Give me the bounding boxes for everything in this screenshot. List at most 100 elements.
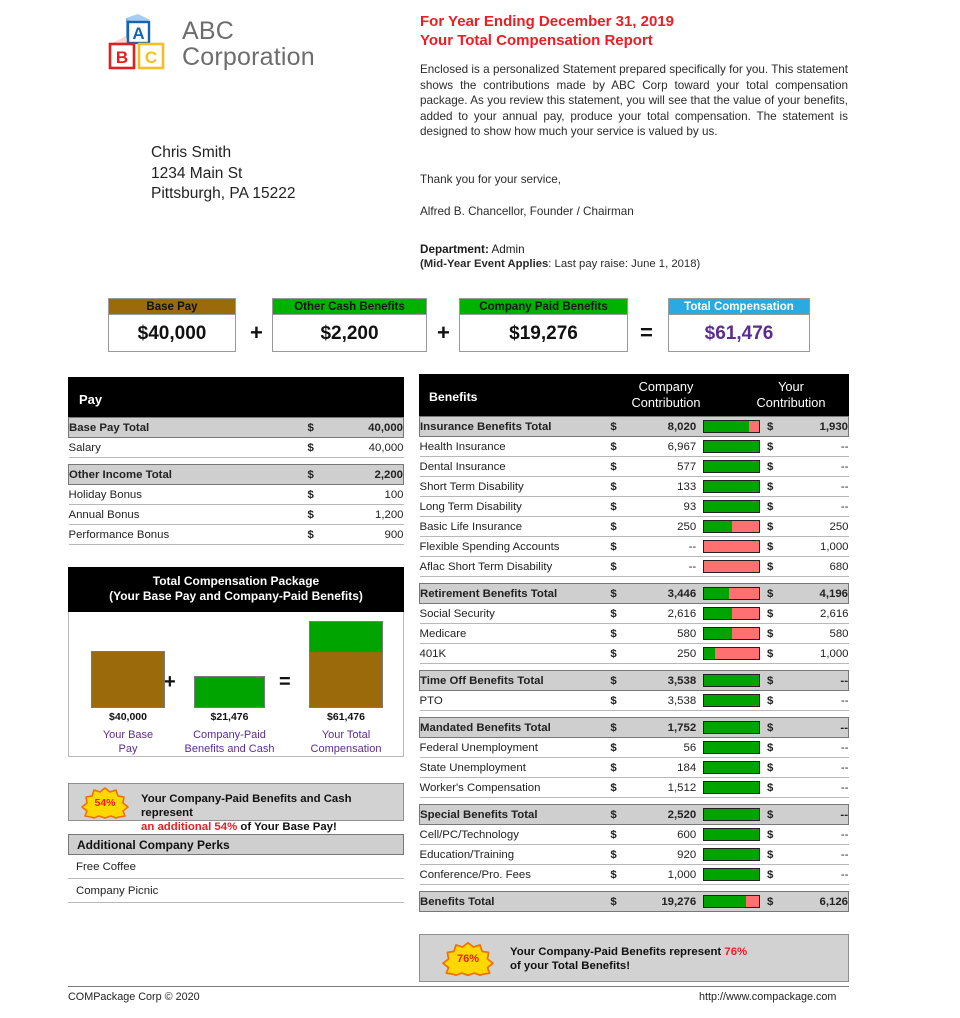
summary-box-other-cash-value: $2,200 (272, 314, 427, 352)
comp-chart-bar-label-l2: Benefits and Cash (184, 743, 275, 755)
comp-chart-bar-label-l2: Pay (118, 743, 138, 755)
pay-row-currency: $ (307, 484, 326, 505)
benefits-col-company-contribution: Company Contribution (606, 379, 726, 411)
comp-chart-bar-green-segment (195, 677, 264, 707)
benefit-row-label: Medicare (419, 623, 611, 644)
benefit-row-company-amount: 2,616 (629, 603, 697, 624)
benefit-row-company-currency: $ (610, 516, 630, 537)
table-row: State Unemployment $184 $ -- (419, 757, 849, 778)
comp-chart-bar (91, 651, 165, 708)
comp-chart-bar-value: $40,000 (109, 711, 147, 723)
benefit-row-company-amount: 1,000 (629, 864, 697, 885)
pay-row-currency: $ (307, 464, 326, 485)
benefit-row-your-currency: $ (766, 844, 787, 865)
benefit-row-label: Retirement Benefits Total (419, 583, 611, 604)
benefit-row-company-amount: 1,512 (629, 777, 697, 798)
benefit-row-label: Conference/Pro. Fees (419, 864, 611, 885)
benefit-row-company-amount: 577 (629, 456, 697, 477)
benefit-row-label: Health Insurance (419, 436, 611, 457)
pay-row-label: Other Income Total (68, 464, 308, 485)
benefit-row-company-currency: $ (610, 717, 630, 738)
benefit-row-contribution-bar (696, 476, 767, 497)
pay-row-currency: $ (307, 504, 326, 525)
table-spacer (419, 576, 849, 584)
svg-text:A: A (132, 24, 144, 43)
benefit-row-your-amount: -- (786, 670, 850, 691)
report-intro-paragraph: Enclosed is a personalized Statement pre… (420, 63, 848, 139)
benefit-row-your-amount: -- (786, 690, 849, 711)
department-line: Department: Admin (420, 243, 525, 256)
benefit-row-contribution-bar (696, 416, 767, 437)
company-logo-area: A B C ABC Corporation (106, 12, 406, 82)
benefit-row-your-amount: 250 (786, 516, 849, 537)
pay-row-label: Base Pay Total (68, 417, 308, 438)
benefit-row-label: Benefits Total (419, 891, 611, 912)
benefit-row-label: Short Term Disability (419, 476, 611, 497)
recipient-address: Chris Smith 1234 Main St Pittsburgh, PA … (151, 143, 295, 205)
benefit-row-your-amount: -- (786, 496, 849, 517)
benefit-row-label: Long Term Disability (419, 496, 611, 517)
comp-chart-bar-label-l1: Your Total (321, 729, 371, 741)
pay-panel: Pay Base Pay Total $40,000 Salary $40,000 Ot… (68, 377, 404, 545)
benefit-row-company-currency: $ (610, 623, 630, 644)
benefit-row-company-amount: 6,967 (629, 436, 697, 457)
benefit-row-contribution-bar (696, 757, 767, 778)
table-spacer (419, 710, 849, 718)
benefit-row-company-amount: 600 (629, 824, 697, 845)
benefit-row-contribution-bar (696, 690, 767, 711)
benefit-row-company-currency: $ (610, 536, 630, 557)
pay-row-amount: 40,000 (325, 437, 404, 458)
abc-blocks-logo-icon: A B C (108, 14, 165, 70)
mid-year-event-line: (Mid-Year Event Applies: Last pay raise:… (420, 258, 700, 270)
benefit-row-your-amount: -- (786, 824, 849, 845)
benefit-row-your-currency: $ (766, 476, 787, 497)
benefit-row-your-amount: -- (786, 436, 849, 457)
pay-row-amount: 40,000 (325, 417, 404, 438)
footer-copyright: COMPackage Corp © 2020 (68, 991, 200, 1003)
benefit-row-contribution-bar (696, 864, 767, 885)
callout-left-text: Your Company-Paid Benefits and Cash repr… (141, 792, 403, 834)
benefit-row-your-currency: $ (766, 516, 787, 537)
benefit-row-company-currency: $ (610, 476, 630, 497)
benefit-row-your-currency: $ (766, 891, 787, 912)
benefit-row-company-amount: 250 (629, 643, 697, 664)
table-row: Conference/Pro. Fees $1,000 $ -- (419, 864, 849, 885)
summary-operator-plus-1: + (250, 320, 263, 345)
benefit-row-company-currency: $ (610, 824, 630, 845)
benefits-total-row: Time Off Benefits Total $3,538 $ -- (419, 670, 850, 691)
benefit-row-company-currency: $ (610, 670, 630, 691)
perks-title: Additional Company Perks (68, 834, 404, 855)
pay-table: Base Pay Total $40,000 Salary $40,000 Other … (68, 417, 404, 545)
table-row: Health Insurance $6,967 $ -- (419, 436, 849, 457)
benefit-row-company-amount: 93 (629, 496, 697, 517)
benefit-row-your-amount: -- (786, 757, 849, 778)
table-row: PTO $3,538 $ -- (419, 690, 849, 711)
comp-chart-bar-brown-segment (310, 652, 382, 707)
table-row: Federal Unemployment $56 $ -- (419, 737, 849, 758)
pay-row-currency: $ (307, 417, 326, 438)
mid-year-event-value: : Last pay raise: June 1, 2018) (548, 258, 701, 270)
summary-box-total-comp: Total Compensation $61,476 (668, 298, 810, 352)
recipient-name: Chris Smith (151, 144, 232, 161)
benefit-row-contribution-bar (696, 623, 767, 644)
compensation-report-page: A B C ABC Corporation Chris Smith 1234 M… (0, 0, 960, 1018)
table-row: Social Security $2,616 $2,616 (419, 603, 849, 624)
benefit-row-your-amount: 4,196 (786, 583, 850, 604)
benefit-row-your-currency: $ (766, 804, 787, 825)
benefit-row-company-currency: $ (610, 891, 630, 912)
benefit-row-your-amount: -- (786, 737, 849, 758)
benefit-row-company-currency: $ (610, 583, 630, 604)
callout-right-text-part1: Your Company-Paid Benefits represent (510, 946, 725, 958)
table-row: Cell/PC/Technology $600 $ -- (419, 824, 849, 845)
summary-box-base-pay: Base Pay $40,000 (108, 298, 236, 352)
comp-chart-header: Total Compensation Package (Your Base Pa… (68, 567, 404, 612)
benefit-row-company-amount: -- (629, 536, 697, 557)
benefit-row-your-currency: $ (766, 456, 787, 477)
summary-box-company-paid-value: $19,276 (459, 314, 628, 352)
benefit-row-company-amount: 920 (629, 844, 697, 865)
benefit-row-your-amount: 1,000 (786, 536, 849, 557)
benefit-row-company-currency: $ (610, 416, 630, 437)
table-row: Basic Life Insurance $250 $250 (419, 516, 849, 537)
table-row: Worker's Compensation $1,512 $ -- (419, 777, 849, 798)
svg-text:B: B (116, 48, 128, 67)
